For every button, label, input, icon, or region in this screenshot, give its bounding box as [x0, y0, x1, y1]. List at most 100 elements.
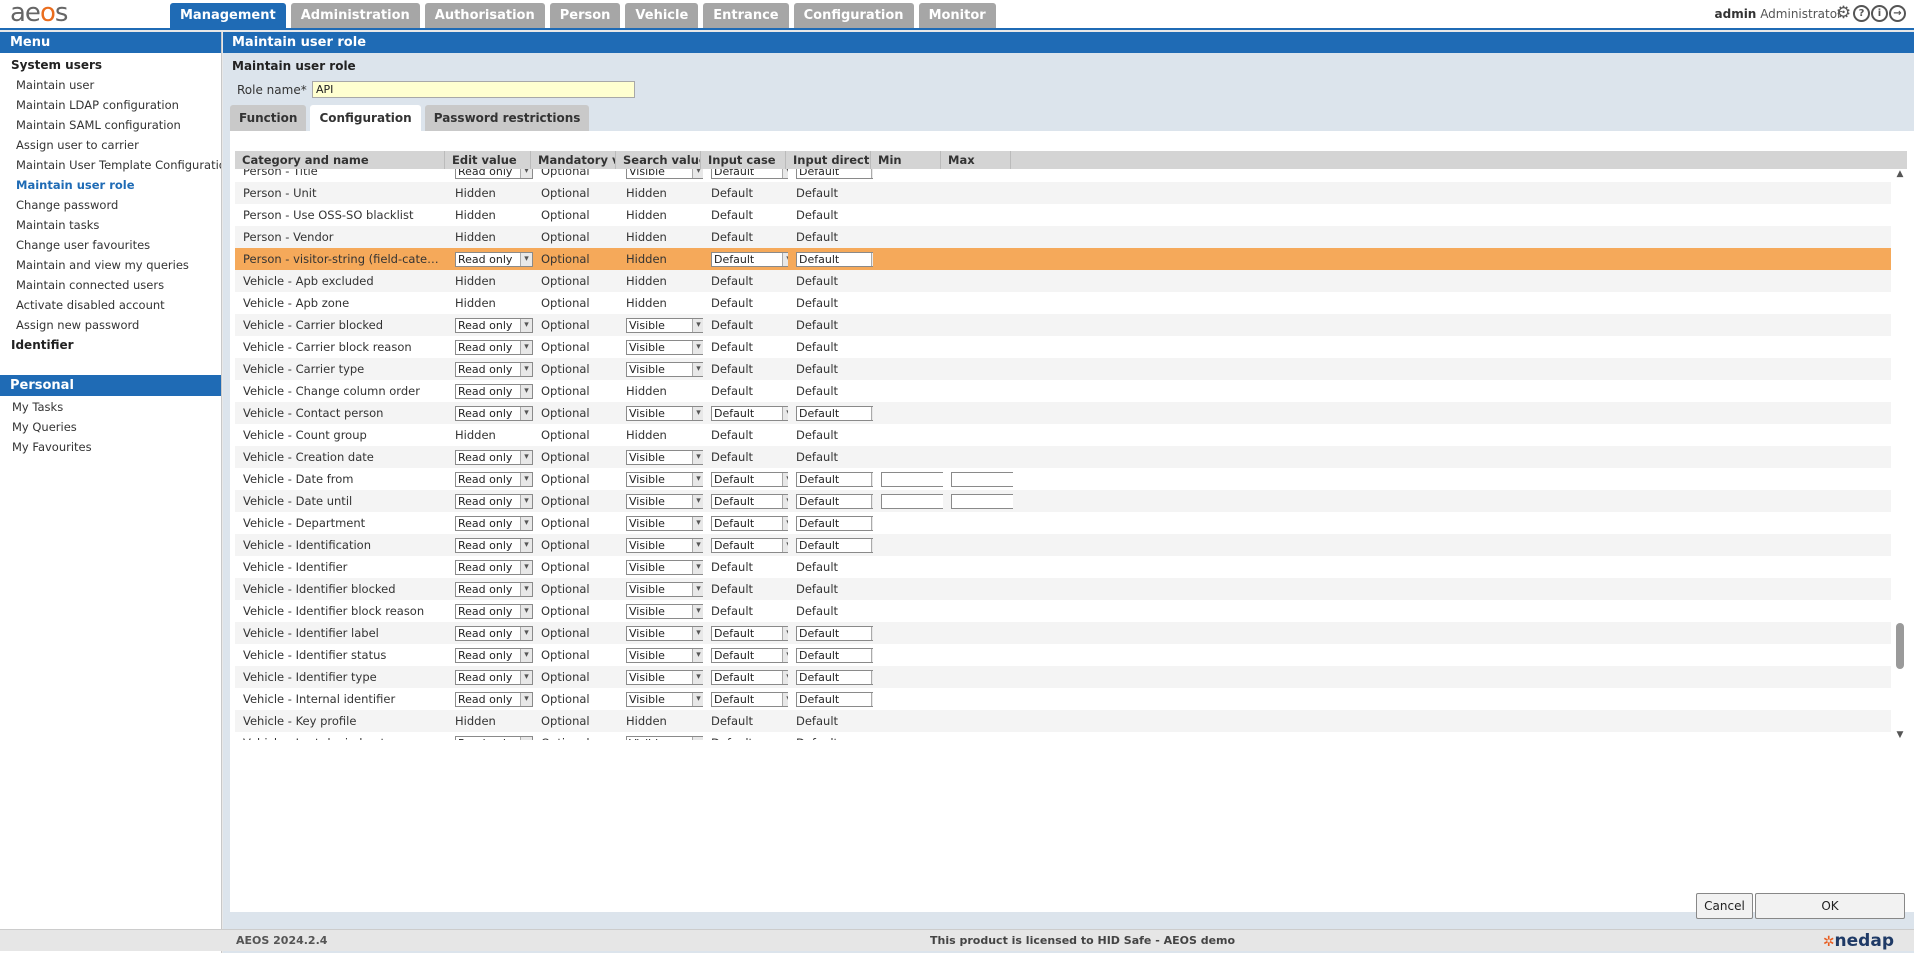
sidebar-item-change-password[interactable]: Change password [0, 195, 221, 215]
edit-value-select[interactable]: Read only [455, 362, 533, 377]
sidebar-group-system-users[interactable]: System users [0, 55, 221, 75]
edit-value-select[interactable]: Read only [455, 736, 533, 740]
table-row[interactable]: Vehicle - Change column order Read only Op… [235, 380, 1891, 402]
search-value-select[interactable]: Visible [626, 626, 703, 641]
sidebar-item-assign-new-password[interactable]: Assign new password [0, 315, 221, 335]
table-row[interactable]: Vehicle - Identifier block reason Read on… [235, 600, 1891, 622]
input-direction-select[interactable]: Default [796, 692, 873, 707]
tab-function[interactable]: Function [230, 105, 307, 131]
topnav-tab-management[interactable]: Management [170, 3, 286, 29]
input-case-select[interactable]: Default [711, 252, 788, 267]
column-header-max[interactable]: Max [941, 151, 1011, 169]
table-row[interactable]: Person - visitor-string (field-category-… [235, 248, 1891, 270]
logout-icon[interactable]: → [1889, 5, 1906, 22]
edit-value-select[interactable]: Read only [455, 560, 533, 575]
table-row[interactable]: Vehicle - Identifier status Read only Opti… [235, 644, 1891, 666]
input-case-select[interactable]: Default [711, 169, 788, 179]
cancel-button[interactable]: Cancel [1696, 893, 1753, 919]
table-row[interactable]: Person - Vendor Hidden Optional Hidden Defau… [235, 226, 1891, 248]
edit-value-select[interactable]: Read only [455, 670, 533, 685]
sidebar-item-maintain-user-template-configuration[interactable]: Maintain User Template Configuration [0, 155, 221, 175]
input-direction-select[interactable]: Default [796, 626, 873, 641]
table-row[interactable]: Vehicle - Identifier label Read only Optio… [235, 622, 1891, 644]
search-value-select[interactable]: Visible [626, 604, 703, 619]
edit-value-select[interactable]: Read only [455, 538, 533, 553]
column-header-category-and-name[interactable]: Category and name [235, 151, 445, 169]
sidebar-item-maintain-user-role[interactable]: Maintain user role [0, 175, 221, 195]
search-value-select[interactable]: Visible [626, 169, 703, 179]
table-row[interactable]: Vehicle - Identifier Read only Optional Vis… [235, 556, 1891, 578]
input-case-select[interactable]: Default [711, 472, 788, 487]
edit-value-select[interactable]: Read only [455, 252, 533, 267]
scroll-down-icon[interactable]: ▼ [1895, 730, 1905, 740]
search-value-select[interactable]: Visible [626, 318, 703, 333]
input-case-select[interactable]: Default [711, 648, 788, 663]
input-direction-select[interactable]: Default [796, 169, 873, 179]
input-direction-select[interactable]: Default [796, 538, 873, 553]
min-input[interactable] [881, 472, 943, 487]
edit-value-select[interactable]: Read only [455, 626, 533, 641]
topnav-tab-person[interactable]: Person [549, 3, 621, 29]
table-row[interactable]: Vehicle - Last denied entrance Read onlyO… [235, 732, 1891, 740]
search-value-select[interactable]: Visible [626, 494, 703, 509]
input-case-select[interactable]: Default [711, 516, 788, 531]
edit-value-select[interactable]: Read only [455, 384, 533, 399]
table-row[interactable]: Vehicle - Carrier blocked Read only Option… [235, 314, 1891, 336]
sidebar-item-maintain-tasks[interactable]: Maintain tasks [0, 215, 221, 235]
sidebar-item-maintain-ldap-configuration[interactable]: Maintain LDAP configuration [0, 95, 221, 115]
input-case-select[interactable]: Default [711, 538, 788, 553]
topnav-tab-vehicle[interactable]: Vehicle [625, 3, 699, 29]
ok-button[interactable]: OK [1755, 893, 1905, 919]
search-value-select[interactable]: Visible [626, 670, 703, 685]
input-case-select[interactable]: Default [711, 670, 788, 685]
edit-value-select[interactable]: Read only [455, 169, 533, 179]
edit-value-select[interactable]: Read only [455, 406, 533, 421]
edit-value-select[interactable]: Read only [455, 318, 533, 333]
tab-password-restrictions[interactable]: Password restrictions [424, 105, 590, 131]
input-direction-select[interactable]: Default [796, 472, 873, 487]
input-direction-select[interactable]: Default [796, 494, 873, 509]
column-header-min[interactable]: Min [871, 151, 941, 169]
input-case-select[interactable]: Default [711, 494, 788, 509]
edit-value-select[interactable]: Read only [455, 494, 533, 509]
table-row[interactable]: Vehicle - Apb zone Hidden Optional Hidden De… [235, 292, 1891, 314]
topnav-tab-configuration[interactable]: Configuration [793, 3, 914, 29]
table-row[interactable]: Vehicle - Count group Hidden Optional Hidde… [235, 424, 1891, 446]
input-case-select[interactable]: Default [711, 406, 788, 421]
sidebar-item-activate-disabled-account[interactable]: Activate disabled account [0, 295, 221, 315]
sidebar-item-my-favourites[interactable]: My Favourites [0, 437, 221, 457]
search-value-select[interactable]: Visible [626, 538, 703, 553]
search-value-select[interactable]: Visible [626, 472, 703, 487]
search-value-select[interactable]: Visible [626, 516, 703, 531]
search-value-select[interactable]: Visible [626, 736, 703, 740]
search-value-select[interactable]: Visible [626, 340, 703, 355]
column-header-input-directi[interactable]: Input directi... [786, 151, 871, 169]
table-row[interactable]: Vehicle - Identifier type Read only Option… [235, 666, 1891, 688]
topnav-tab-monitor[interactable]: Monitor [918, 3, 996, 29]
table-row[interactable]: Person - Title Read only Optional Visible De… [235, 169, 1891, 182]
scrollbar-thumb[interactable] [1896, 623, 1904, 669]
table-row[interactable]: Vehicle - Internal identifier Read only Op… [235, 688, 1891, 710]
max-input[interactable] [951, 494, 1013, 509]
table-row[interactable]: Vehicle - Apb excluded Hidden Optional Hidd… [235, 270, 1891, 292]
search-value-select[interactable]: Visible [626, 362, 703, 377]
table-row[interactable]: Vehicle - Key profile Hidden Optional Hidde… [235, 710, 1891, 732]
input-direction-select[interactable]: Default [796, 516, 873, 531]
help-icon[interactable]: ? [1853, 5, 1870, 22]
table-row[interactable]: Person - Use OSS-SO blacklist Hidden Optio… [235, 204, 1891, 226]
input-direction-select[interactable]: Default [796, 252, 873, 267]
edit-value-select[interactable]: Read only [455, 692, 533, 707]
column-header-mandatory-v[interactable]: Mandatory v... [531, 151, 616, 169]
edit-value-select[interactable]: Read only [455, 340, 533, 355]
table-row[interactable]: Person - Unit Hidden Optional Hidden Default… [235, 182, 1891, 204]
table-row[interactable]: Vehicle - Carrier block reason Read only O… [235, 336, 1891, 358]
search-value-select[interactable]: Visible [626, 648, 703, 663]
sidebar-item-maintain-and-view-my-queries[interactable]: Maintain and view my queries [0, 255, 221, 275]
input-case-select[interactable]: Default [711, 692, 788, 707]
input-direction-select[interactable]: Default [796, 670, 873, 685]
role-name-input[interactable] [312, 81, 635, 98]
column-header-edit-value[interactable]: Edit value [445, 151, 531, 169]
table-row[interactable]: Vehicle - Contact person Read only Optiona… [235, 402, 1891, 424]
table-row[interactable]: Vehicle - Identification Read only Optiona… [235, 534, 1891, 556]
sidebar-group-identifier[interactable]: Identifier [0, 335, 221, 355]
